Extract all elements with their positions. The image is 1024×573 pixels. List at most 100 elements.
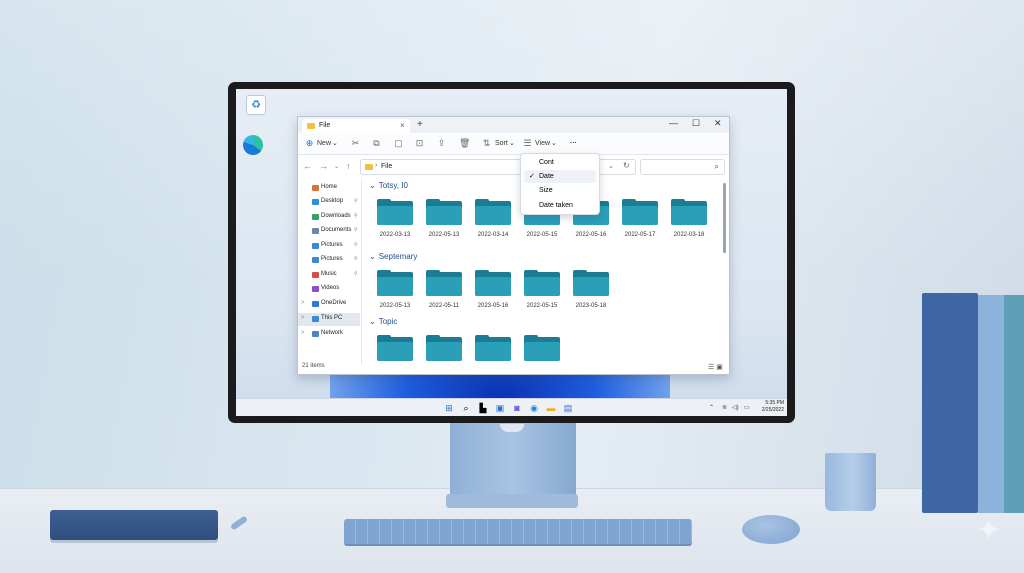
copy-icon[interactable]: ⧉ — [372, 139, 381, 148]
folder-icon[interactable] — [377, 335, 413, 361]
chevron-down-icon[interactable]: ⌄ — [608, 162, 614, 170]
sort-icon: ⇅ — [482, 138, 491, 148]
expand-chevron-icon[interactable]: > — [301, 300, 305, 306]
sidebar-item[interactable]: Pictures ⚲ — [298, 240, 360, 253]
expand-chevron-icon[interactable]: > — [301, 330, 305, 336]
menu-item-label: Date taken — [539, 202, 573, 209]
folder-label[interactable]: 2022-03-13 — [370, 232, 420, 238]
folder-icon[interactable] — [475, 199, 511, 225]
new-button[interactable]: New — [317, 138, 331, 150]
close-tab-icon[interactable]: × — [400, 121, 405, 130]
expand-chevron-icon[interactable]: > — [301, 315, 305, 321]
folder-icon[interactable] — [524, 270, 560, 296]
search-input[interactable]: ⌕ — [640, 159, 725, 175]
sidebar-item-label: Music — [321, 271, 337, 277]
pin-icon: ⚲ — [354, 242, 358, 248]
widgets-icon[interactable]: ▣ — [495, 403, 505, 413]
cut-icon[interactable]: ✂ — [351, 139, 360, 148]
maximize-button[interactable]: ☐ — [692, 118, 700, 129]
menu-item[interactable]: Cont — [524, 156, 596, 169]
paste-icon[interactable]: ▢ — [394, 139, 403, 148]
recent-chevron-icon[interactable]: ⌄ — [334, 163, 339, 170]
back-arrow-icon[interactable]: ← — [303, 161, 312, 171]
file-explorer-icon[interactable]: ▬ — [546, 403, 556, 413]
volume-icon[interactable]: ◁) — [732, 404, 739, 411]
folder-label[interactable]: 2023-05-18 — [566, 303, 616, 309]
wifi-icon[interactable]: ≋ — [722, 404, 727, 411]
sidebar-item-label: OneDrive — [321, 300, 347, 306]
folder-label[interactable]: 2023-05-16 — [468, 303, 518, 309]
sidebar-item[interactable]: Pictures ⚲ — [298, 254, 360, 267]
rename-icon[interactable]: ⊡ — [415, 139, 424, 148]
forward-arrow-icon[interactable]: → — [319, 161, 328, 171]
recycle-bin-icon[interactable]: ♻ — [246, 95, 266, 115]
group-header[interactable]: ⌄ Septemary — [369, 252, 417, 261]
book — [922, 293, 978, 513]
sidebar-item[interactable]: > This PC — [298, 313, 360, 326]
menu-item[interactable]: Size — [524, 184, 596, 197]
folder-label[interactable]: 2022-05-15 — [517, 232, 567, 238]
folder-label[interactable]: 2022-05-11 — [419, 303, 469, 309]
folder-label[interactable]: 2022-05-17 — [615, 232, 665, 238]
search-icon[interactable]: ⌕ — [461, 403, 471, 413]
tray-caret-icon[interactable]: ⌃ — [709, 404, 714, 411]
folder-icon[interactable] — [475, 335, 511, 361]
folder-label[interactable]: 2022-05-13 — [419, 232, 469, 238]
chevron-down-icon: ⌄ — [369, 317, 376, 326]
pin-icon: ⚲ — [354, 256, 358, 262]
sort-button[interactable]: Sort — [495, 138, 508, 150]
view-button[interactable]: View — [535, 138, 550, 150]
group-header[interactable]: ⌄ Totsy, I0 — [369, 181, 408, 190]
menu-item[interactable]: ✓ Date — [524, 170, 596, 183]
folder-icon[interactable] — [426, 270, 462, 296]
tab-file[interactable]: File × — [302, 119, 410, 133]
view-toggle-icons[interactable]: ☰ ▣ — [708, 363, 723, 371]
folder-icon[interactable] — [426, 199, 462, 225]
view-dropdown-menu: Cont ✓ Date Size Date taken — [520, 153, 600, 215]
folder-label[interactable]: 2022-05-15 — [517, 303, 567, 309]
close-button[interactable]: ✕ — [714, 118, 722, 129]
sidebar-item[interactable]: Home — [298, 182, 360, 195]
store-icon[interactable]: ▤ — [563, 403, 573, 413]
sidebar-item[interactable]: > OneDrive — [298, 298, 360, 311]
more-options-button[interactable]: ··· — [570, 138, 577, 150]
start-icon[interactable]: ⊞ — [444, 403, 454, 413]
delete-icon[interactable]: 🗑 — [459, 139, 470, 148]
menu-item[interactable]: Date taken — [524, 199, 596, 212]
vertical-scrollbar[interactable] — [723, 183, 726, 253]
command-bar: ⊕ New ⌄ ✂ ⧉ ▢ ⊡ ⇪ 🗑 ⇅ Sort ⌄ ☰ View ⌄ ··… — [298, 134, 729, 155]
folder-icon[interactable] — [524, 335, 560, 361]
sidebar-item[interactable]: Downloads ⚲ — [298, 211, 360, 224]
network-icon — [312, 331, 319, 337]
folder-icon[interactable] — [622, 199, 658, 225]
edge-desktop-icon[interactable] — [243, 135, 263, 155]
clock[interactable]: 5:35 PM 2/25/2022 — [758, 400, 784, 414]
folder-icon[interactable] — [573, 270, 609, 296]
folder-icon[interactable] — [475, 270, 511, 296]
task-view-icon[interactable]: ▙ — [478, 403, 488, 413]
folder-label[interactable]: 2022-05-16 — [566, 232, 616, 238]
folder-icon[interactable] — [377, 199, 413, 225]
sidebar-item[interactable]: > Network — [298, 328, 360, 341]
share-icon[interactable]: ⇪ — [437, 139, 446, 148]
folder-icon[interactable] — [377, 270, 413, 296]
minimize-button[interactable]: — — [669, 118, 678, 128]
edge-icon[interactable]: ◉ — [529, 403, 539, 413]
refresh-icon[interactable]: ↻ — [623, 161, 630, 170]
new-tab-button[interactable]: + — [417, 119, 423, 130]
folder-label[interactable]: 2022-03-14 — [468, 232, 518, 238]
folder-label[interactable]: 2022-05-13 — [370, 303, 420, 309]
group-header[interactable]: ⌄ Topic — [369, 317, 397, 326]
sidebar-item[interactable]: Documents ⚲ — [298, 225, 360, 238]
folder-icon[interactable] — [426, 335, 462, 361]
battery-icon[interactable]: ▭ — [744, 404, 750, 411]
folder-label[interactable]: 2022-03-18 — [664, 232, 714, 238]
chat-icon[interactable]: ◙ — [512, 403, 522, 413]
sidebar-item[interactable]: Videos — [298, 283, 360, 296]
sidebar-item[interactable]: Music ⚲ — [298, 269, 360, 282]
sidebar-item-label: Pictures — [321, 242, 343, 248]
checkmark-icon: ✓ — [529, 173, 535, 180]
sidebar-item[interactable]: Desktop ⚲ — [298, 196, 360, 209]
folder-icon[interactable] — [671, 199, 707, 225]
up-arrow-icon[interactable]: ↑ — [346, 161, 351, 171]
